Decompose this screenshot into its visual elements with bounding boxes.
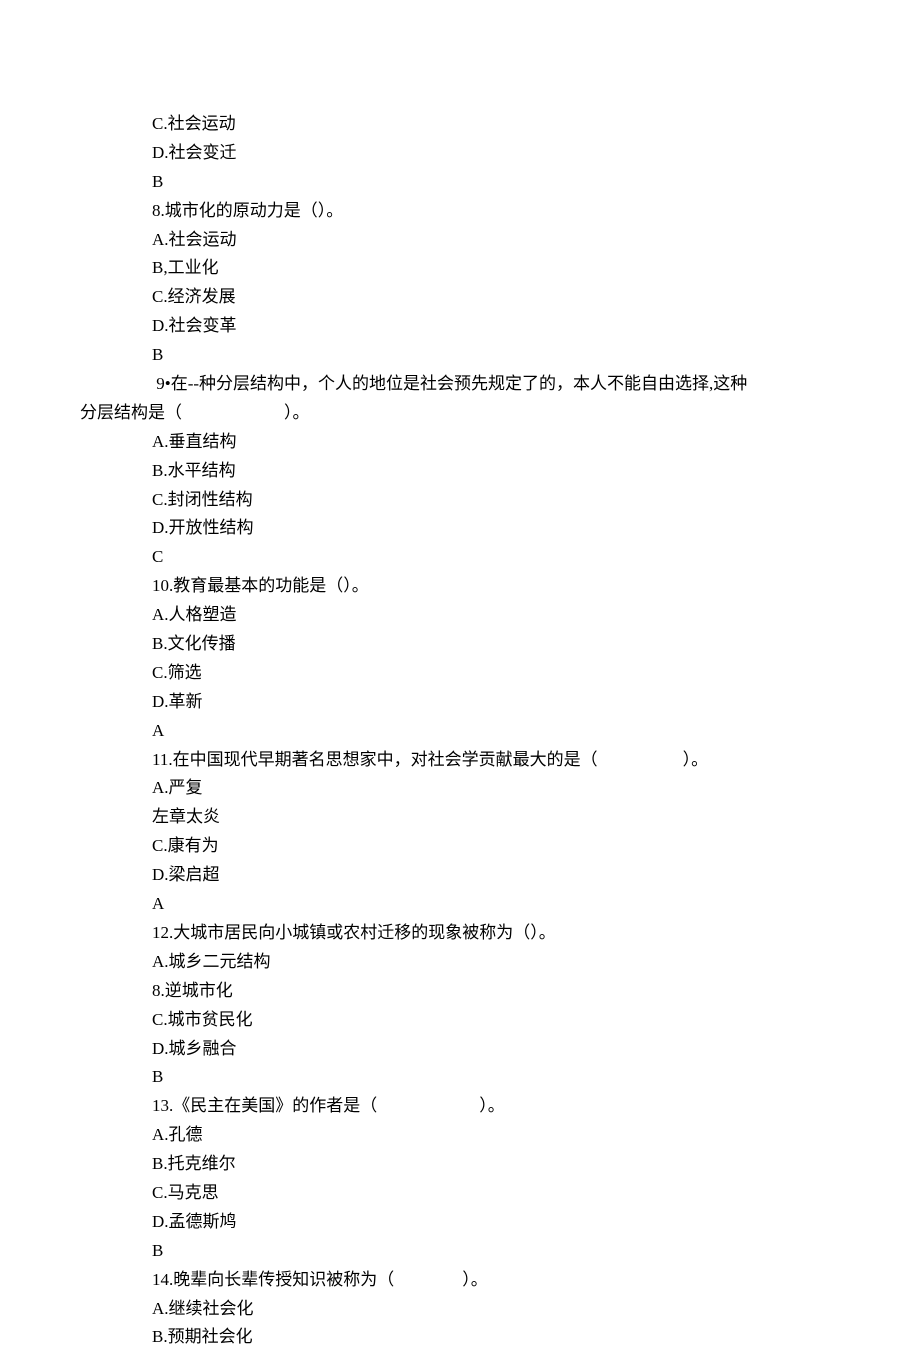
- text-line: A.城乡二元结构: [80, 948, 840, 977]
- text-line: B: [80, 168, 840, 197]
- text-line: B.托克维尔: [80, 1150, 840, 1179]
- text-line: D.开放性结构: [80, 514, 840, 543]
- text-line: D.社会变迁: [80, 139, 840, 168]
- text-line: C.筛选: [80, 659, 840, 688]
- text-line: A.社会运动: [80, 226, 840, 255]
- document-page: C.社会运动D.社会变迁B8.城市化的原动力是（）。A.社会运动B,工业化C.经…: [0, 0, 920, 1352]
- text-line: B,工业化: [80, 254, 840, 283]
- text-line: B: [80, 1237, 840, 1266]
- text-line: D.革新: [80, 688, 840, 717]
- text-line: C.封闭性结构: [80, 486, 840, 515]
- text-line: B.预期社会化: [80, 1323, 840, 1352]
- text-line: 14.晚辈向长辈传授知识被称为（ ）。: [80, 1266, 840, 1295]
- text-line: C.康有为: [80, 832, 840, 861]
- text-line: 12.大城市居民向小城镇或农村迁移的现象被称为（）。: [80, 919, 840, 948]
- text-line: C.马克思: [80, 1179, 840, 1208]
- text-line: C.社会运动: [80, 110, 840, 139]
- text-line: 8.逆城市化: [80, 977, 840, 1006]
- text-line: 8.城市化的原动力是（）。: [80, 197, 840, 226]
- text-line: C: [80, 543, 840, 572]
- text-line: D.梁启超: [80, 861, 840, 890]
- text-line: 11.在中国现代早期著名思想家中，对社会学贡献最大的是（ ）。: [80, 746, 840, 775]
- text-line: A.垂直结构: [80, 428, 840, 457]
- text-line: 13.《民主在美国》的作者是（ ）。: [80, 1092, 840, 1121]
- text-line: A: [80, 890, 840, 919]
- text-line: 左章太炎: [80, 803, 840, 832]
- text-line: 10.教育最基本的功能是（）。: [80, 572, 840, 601]
- text-line: D.城乡融合: [80, 1035, 840, 1064]
- text-line: D.孟德斯鸠: [80, 1208, 840, 1237]
- text-line: C.城市贫民化: [80, 1006, 840, 1035]
- text-line: B: [80, 341, 840, 370]
- text-line: 9•在--种分层结构中，个人的地位是社会预先规定了的，本人不能自由选择,这种: [80, 370, 840, 399]
- text-line: A: [80, 717, 840, 746]
- text-line: A.人格塑造: [80, 601, 840, 630]
- text-line: C.经济发展: [80, 283, 840, 312]
- text-line: A.严复: [80, 774, 840, 803]
- text-line: B.水平结构: [80, 457, 840, 486]
- text-line: A.继续社会化: [80, 1295, 840, 1324]
- text-line: A.孔德: [80, 1121, 840, 1150]
- text-line: B.文化传播: [80, 630, 840, 659]
- text-line: 分层结构是（ ）。: [80, 399, 840, 428]
- text-line: D.社会变革: [80, 312, 840, 341]
- text-body: C.社会运动D.社会变迁B8.城市化的原动力是（）。A.社会运动B,工业化C.经…: [80, 110, 840, 1352]
- text-line: B: [80, 1063, 840, 1092]
